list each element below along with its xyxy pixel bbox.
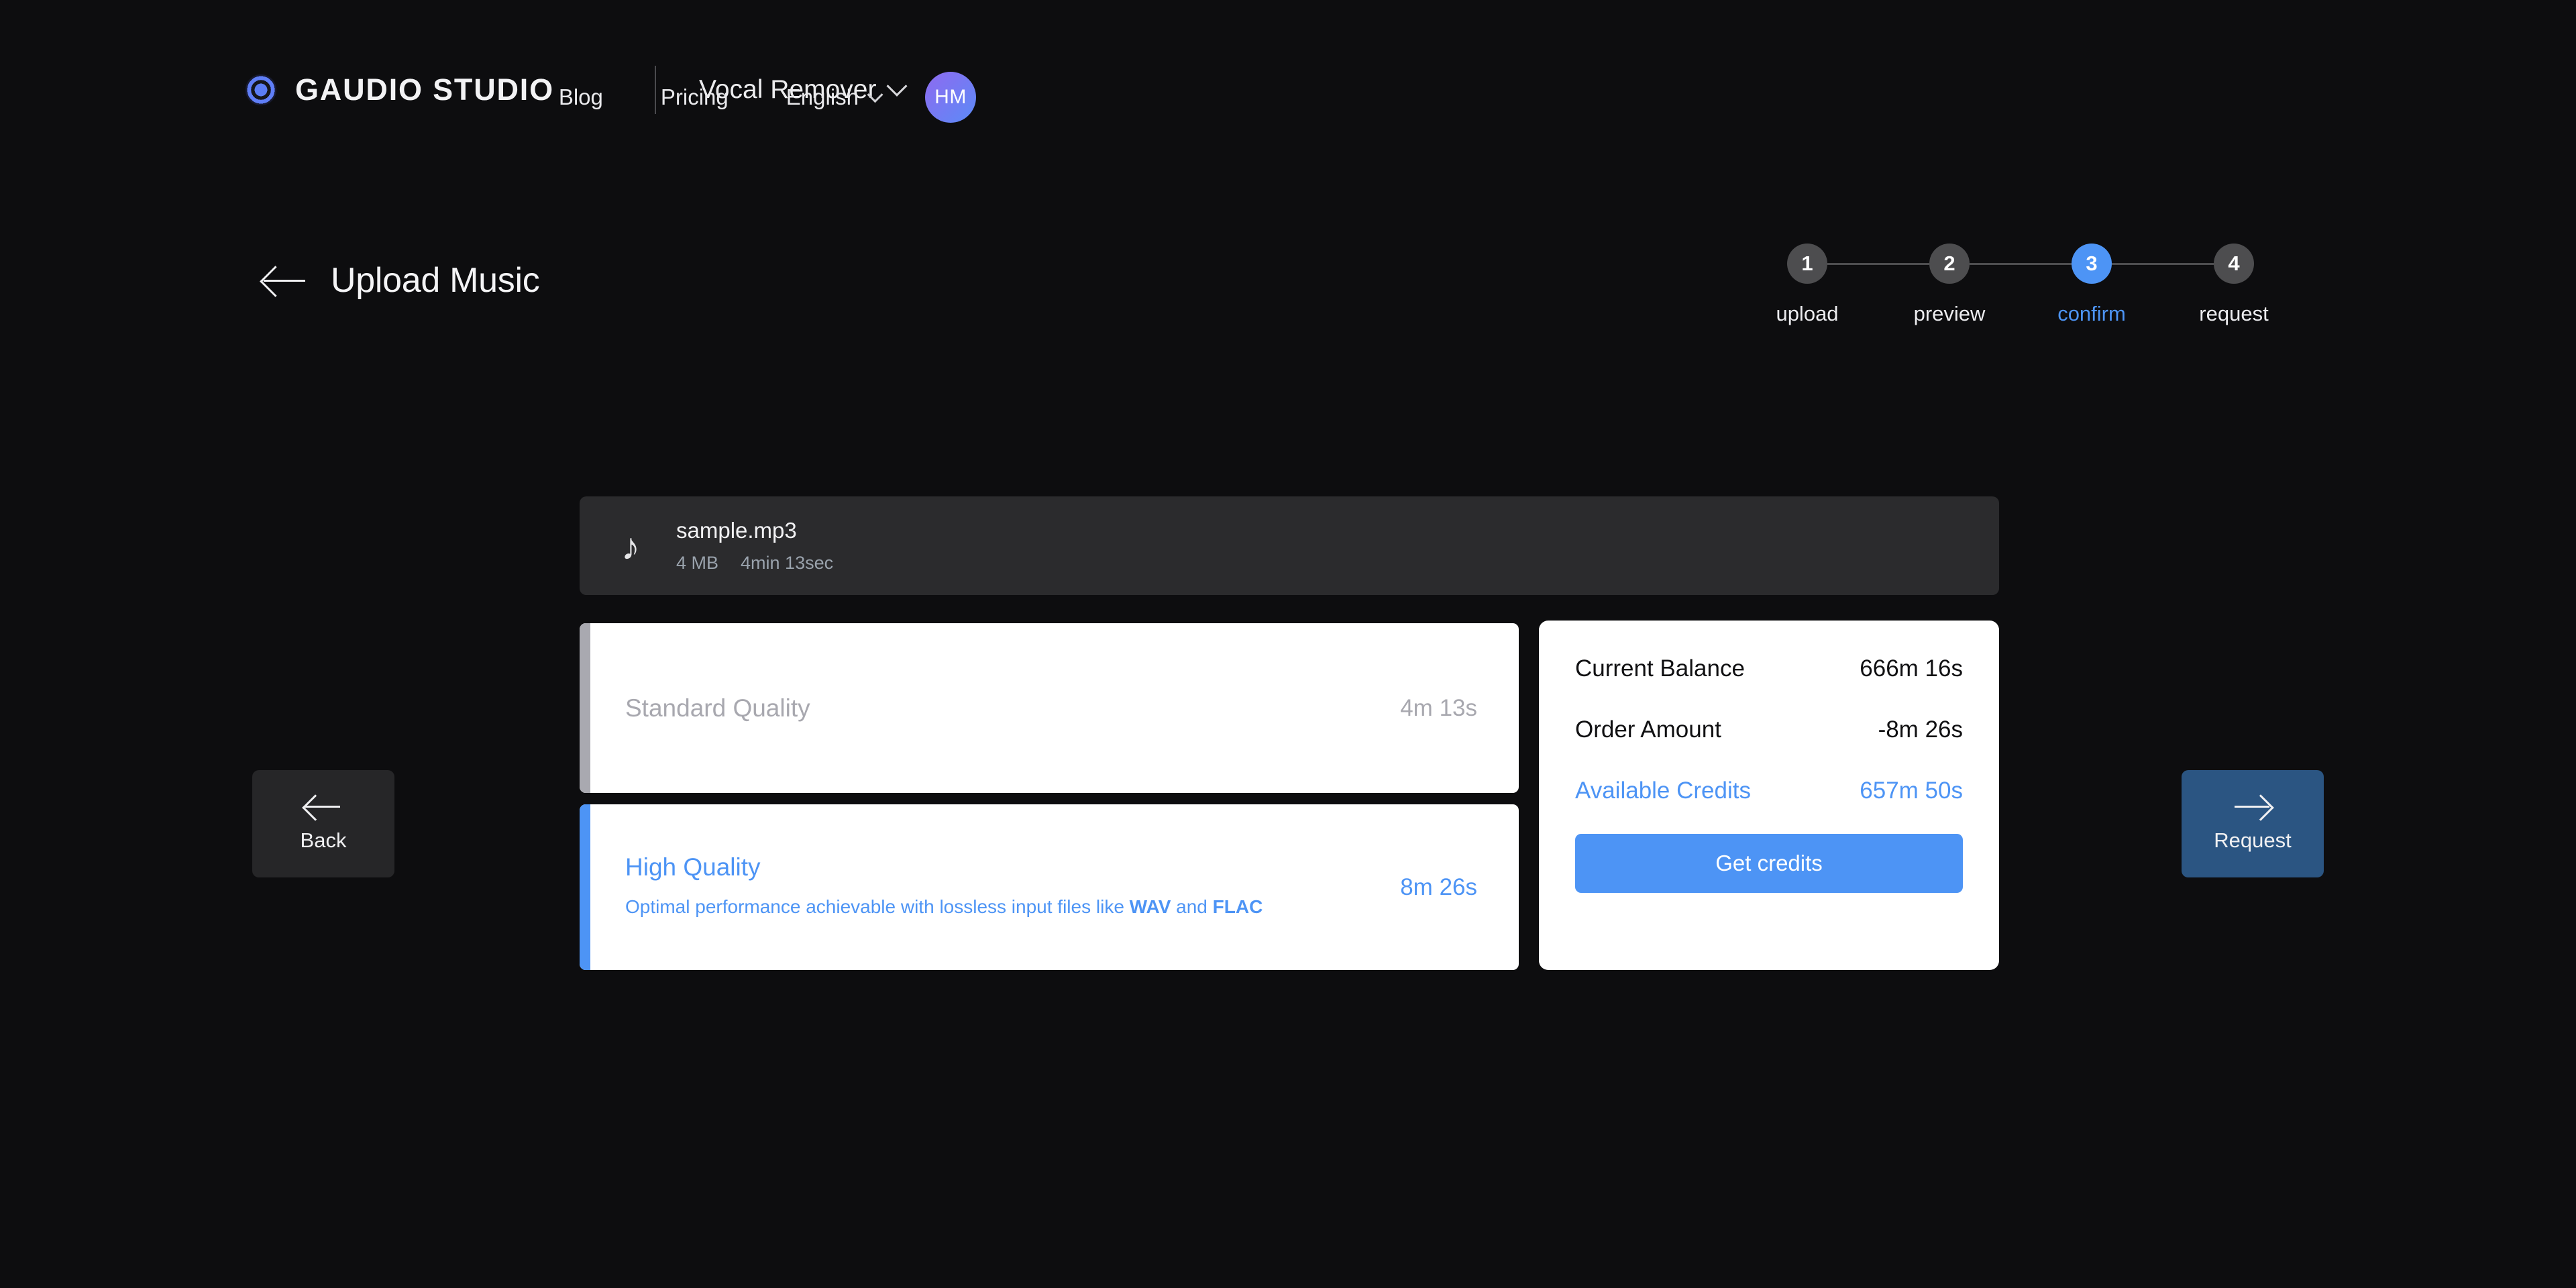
- stepper-connector-1: [1827, 263, 1929, 265]
- quality-option-body: High Quality Optimal performance achieva…: [580, 853, 1400, 921]
- stepper-connector-2: [1970, 263, 2072, 265]
- page-header: Upload Music: [264, 260, 540, 301]
- balance-row-current: Current Balance 666m 16s: [1575, 655, 1963, 682]
- chevron-down-icon: [867, 86, 883, 103]
- brand-name: GAUDIO STUDIO: [295, 72, 554, 107]
- stepper-dot-3: 3: [2072, 244, 2112, 284]
- file-meta: sample.mp3 4 MB 4min 13sec: [676, 518, 833, 574]
- quality-option-accent-bar: [580, 804, 590, 970]
- quality-option-accent-bar: [580, 623, 590, 793]
- get-credits-button[interactable]: Get credits: [1575, 834, 1963, 893]
- arrow-left-icon[interactable]: [264, 266, 307, 295]
- stepper-caption-2: preview: [1913, 302, 1986, 325]
- file-details: 4 MB 4min 13sec: [676, 553, 833, 574]
- uploaded-file-card: ♪ sample.mp3 4 MB 4min 13sec: [580, 496, 1999, 595]
- request-button[interactable]: Request: [2182, 770, 2324, 877]
- brand-logo[interactable]: GAUDIO STUDIO: [241, 70, 554, 109]
- nav-link-pricing[interactable]: Pricing: [661, 85, 729, 110]
- stepper-caption-3: confirm: [2057, 302, 2126, 325]
- balance-row-available: Available Credits 657m 50s: [1575, 777, 1963, 804]
- language-selector[interactable]: English: [786, 85, 883, 110]
- file-name: sample.mp3: [676, 518, 797, 543]
- quality-option-duration: 4m 13s: [1400, 694, 1477, 721]
- balance-row-order: Order Amount -8m 26s: [1575, 716, 1963, 743]
- quality-desc-flac: FLAC: [1212, 896, 1263, 917]
- music-note-icon: ♪: [621, 525, 640, 568]
- stepper-dot-2: 2: [1929, 244, 1970, 284]
- arrow-right-icon: [2235, 795, 2271, 818]
- balance-label: Order Amount: [1575, 716, 1721, 743]
- quality-option-title: Standard Quality: [625, 694, 810, 722]
- quality-option-description: Optimal performance achievable with loss…: [625, 892, 1400, 921]
- balance-label: Current Balance: [1575, 655, 1745, 682]
- stepper-dot-4: 4: [2214, 244, 2254, 284]
- file-size: 4 MB: [676, 553, 719, 573]
- quality-option-standard[interactable]: Standard Quality 4m 13s: [580, 623, 1519, 793]
- stepper-step-upload[interactable]: 1 upload: [1776, 244, 1839, 326]
- quality-option-duration: 8m 26s: [1400, 873, 1477, 900]
- stepper-step-preview[interactable]: 2 preview: [1914, 244, 1985, 326]
- balance-value: 657m 50s: [1860, 777, 1963, 804]
- quality-option-title: High Quality: [625, 853, 761, 881]
- progress-stepper: 1 upload 2 preview 3 confirm 4 request: [1776, 244, 2269, 326]
- stepper-step-request[interactable]: 4 request: [2199, 244, 2269, 326]
- header-nav: Blog Pricing English HM: [559, 72, 976, 123]
- balance-label: Available Credits: [1575, 777, 1751, 804]
- stepper-connector-3: [2112, 263, 2214, 265]
- arrow-left-icon: [305, 795, 341, 818]
- balance-panel: Current Balance 666m 16s Order Amount -8…: [1539, 621, 1999, 970]
- back-button[interactable]: Back: [252, 770, 394, 877]
- file-duration: 4min 13sec: [741, 553, 834, 573]
- nav-link-blog[interactable]: Blog: [559, 85, 603, 110]
- stepper-dot-1: 1: [1787, 244, 1827, 284]
- balance-value: -8m 26s: [1878, 716, 1963, 743]
- language-selector-label: English: [786, 85, 859, 109]
- request-button-label: Request: [2214, 828, 2292, 852]
- quality-option-high[interactable]: High Quality Optimal performance achieva…: [580, 804, 1519, 970]
- quality-desc-prefix: Optimal performance achievable with loss…: [625, 896, 1130, 917]
- quality-option-body: Standard Quality: [580, 694, 1400, 722]
- stepper-step-confirm[interactable]: 3 confirm: [2057, 244, 2126, 326]
- stepper-caption-4: request: [2199, 302, 2269, 325]
- quality-desc-mid: and: [1171, 896, 1213, 917]
- gaudio-ring-logo-icon: [241, 70, 280, 109]
- stepper-caption-1: upload: [1776, 302, 1839, 325]
- quality-desc-wav: WAV: [1129, 896, 1171, 917]
- avatar[interactable]: HM: [925, 72, 976, 123]
- back-button-label: Back: [300, 828, 347, 852]
- balance-value: 666m 16s: [1860, 655, 1963, 682]
- app-header: GAUDIO STUDIO Vocal Remover Blog Pricing…: [0, 0, 2576, 195]
- page-title: Upload Music: [331, 261, 540, 300]
